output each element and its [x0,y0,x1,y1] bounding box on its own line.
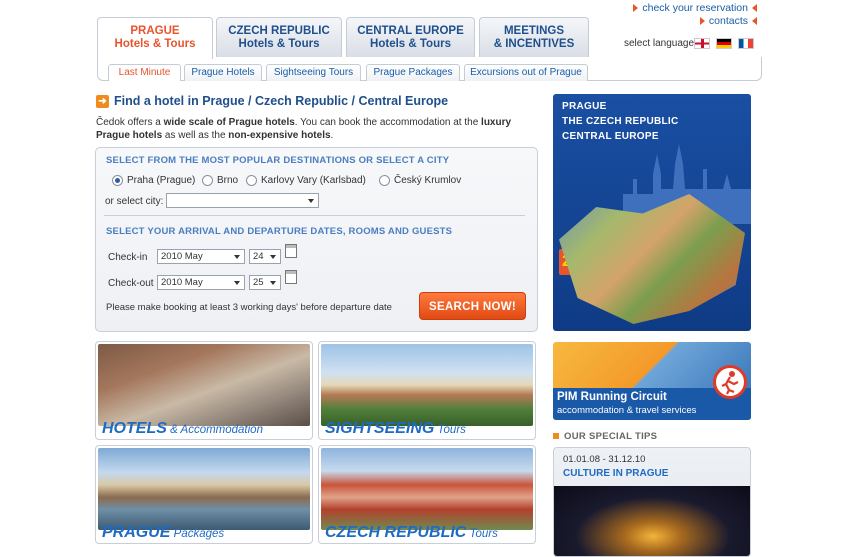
checkin-day-select[interactable]: 24 [249,249,281,264]
pim-running-circuit-banner[interactable]: PIM Running Circuit accommodation & trav… [553,342,751,420]
dates-heading: SELECT YOUR ARRIVAL AND DEPARTURE DATES,… [106,226,453,237]
tile-czech-republic[interactable]: CZECH REPUBLIC Tours [318,445,536,544]
arrow-icon: ➜ [96,95,109,108]
calendar-icon[interactable] [285,244,297,258]
subtab-prague-hotels[interactable]: Prague Hotels [184,64,262,81]
radio-cesky-krumlov[interactable] [379,175,390,186]
runner-logo-icon [713,365,747,399]
checkout-day-select[interactable]: 25 [249,275,281,290]
packages-image [98,448,310,530]
czech-republic-image [321,448,533,530]
tab-meetings[interactable]: MEETINGS & INCENTIVES [479,17,589,57]
tile-prague-packages[interactable]: PRAGUE Packages [95,445,313,544]
select-language-label: select language [624,38,695,49]
check-reservation-link[interactable]: check your reservation [633,2,757,14]
intro-text: Čedok offers a wide scale of Prague hote… [96,117,512,141]
checkin-month-select[interactable]: 2010 May [157,249,245,264]
radio-karlovy-vary[interactable] [246,175,257,186]
radio-brno[interactable] [202,175,213,186]
checkout-month-select[interactable]: 2010 May [157,275,245,290]
calendar-icon[interactable] [285,270,297,284]
contacts-link[interactable]: contacts [699,15,757,27]
arrow-right-icon [699,17,705,25]
subtab-prague-packages[interactable]: Prague Packages [366,64,460,81]
special-tip-card[interactable]: 01.01.08 - 31.12.10 CULTURE IN PRAGUE [553,447,751,557]
subtab-excursions[interactable]: Excursions out of Prague [464,64,588,81]
destinations-2010-banner[interactable]: PRAGUE THE CZECH REPUBLIC CENTRAL EUROPE… [553,94,751,331]
radio-prague[interactable] [112,175,123,186]
page-title: Find a hotel in Prague / Czech Republic … [114,94,449,108]
search-now-button[interactable]: SEARCH NOW! [419,292,526,320]
tab-central-europe[interactable]: CENTRAL EUROPE Hotels & Tours [346,17,475,57]
arrow-left-icon [752,4,757,12]
national-theatre-image [554,486,750,556]
hotels-image [98,344,310,426]
tile-sightseeing[interactable]: SIGHTSEEING Tours [318,341,536,440]
tile-hotels[interactable]: HOTELS & Accommodation [95,341,313,440]
divider [104,215,525,216]
special-tips-heading: OUR SPECIAL TIPS [564,431,658,442]
czech-map-collage [559,194,745,324]
sightseeing-image [321,344,533,426]
subtab-last-minute[interactable]: Last Minute [108,64,181,81]
german-flag-icon[interactable] [716,38,732,49]
tab-czech-republic[interactable]: CZECH REPUBLIC Hotels & Tours [216,17,342,57]
city-select[interactable] [166,193,319,208]
french-flag-icon[interactable] [738,38,754,49]
uk-flag-icon[interactable] [694,38,710,49]
subtab-sightseeing-tours[interactable]: Sightseeing Tours [266,64,361,81]
bullet-icon [553,433,559,439]
destinations-heading: SELECT FROM THE MOST POPULAR DESTINATION… [106,155,450,166]
arrow-left-icon [752,17,757,25]
select-city-label: or select city: [105,196,164,207]
tab-prague[interactable]: PRAGUE Hotels & Tours [97,17,213,59]
booking-note: Please make booking at least 3 working d… [106,302,392,313]
arrow-right-icon [633,4,639,12]
